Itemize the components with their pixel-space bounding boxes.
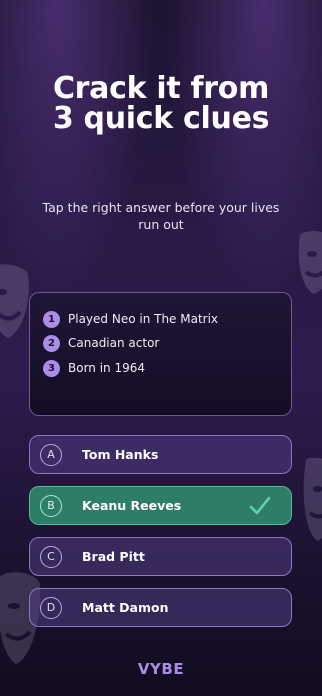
option-letter-badge: A [40, 443, 62, 466]
title-line-2: 3 quick clues [52, 101, 270, 136]
option-label: Matt Damon [82, 600, 169, 615]
answer-option-d[interactable]: D Matt Damon [29, 588, 292, 627]
option-label: Tom Hanks [82, 447, 159, 462]
clue-number-badge: 2 [43, 334, 60, 352]
clue-item: 3 Born in 1964 [43, 359, 145, 377]
title-line-1: Crack it from [52, 71, 270, 106]
option-label: Brad Pitt [82, 549, 145, 564]
theater-mask-icon [0, 262, 32, 342]
answer-option-c[interactable]: C Brad Pitt [29, 537, 292, 576]
option-label: Keanu Reeves [82, 498, 182, 513]
clue-item: 2 Canadian actor [43, 334, 159, 352]
clues-card: 1 Played Neo in The Matrix 2 Canadian ac… [29, 292, 292, 416]
page-title: Crack it from 3 quick clues [0, 74, 322, 134]
brand-logo: VYBE [137, 660, 185, 678]
clue-number-badge: 1 [43, 310, 60, 328]
clue-text: Played Neo in The Matrix [68, 312, 219, 326]
option-letter-badge: B [40, 494, 62, 517]
clue-text: Born in 1964 [68, 361, 146, 375]
page-subtitle: Tap the right answer before your lives r… [42, 200, 280, 232]
option-letter-badge: C [40, 545, 62, 568]
checkmark-icon [249, 496, 271, 520]
answer-option-b[interactable]: B Keanu Reeves [29, 486, 292, 525]
clue-text: Canadian actor [68, 336, 160, 350]
clue-item: 1 Played Neo in The Matrix [43, 310, 218, 328]
answer-option-a[interactable]: A Tom Hanks [29, 435, 292, 474]
theater-mask-icon [300, 455, 322, 545]
clue-number-badge: 3 [43, 359, 60, 377]
option-letter-badge: D [40, 596, 62, 619]
theater-mask-icon [296, 228, 322, 298]
